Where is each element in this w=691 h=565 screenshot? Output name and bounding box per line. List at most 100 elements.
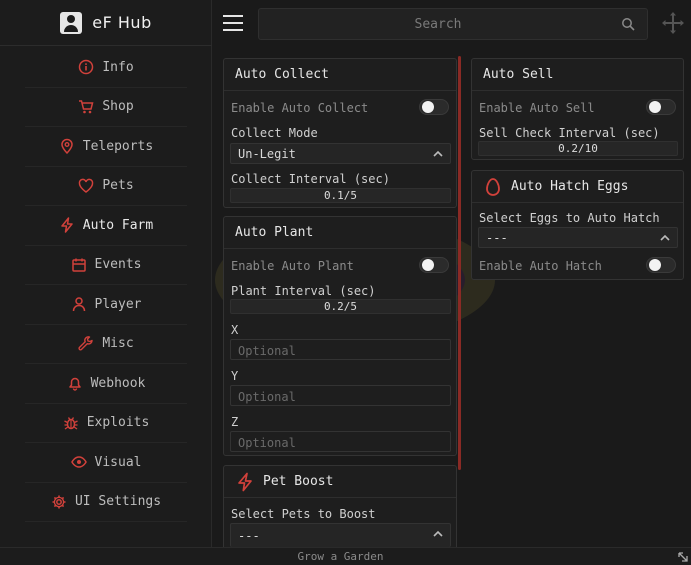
plant-interval-label: Plant Interval (sec) (231, 284, 376, 298)
user-icon (71, 296, 87, 312)
egg-icon (486, 177, 500, 196)
select-eggs-dropdown[interactable]: --- (478, 227, 678, 248)
sidebar-item-exploits[interactable]: Exploits (25, 404, 187, 443)
footer-bar: Grow a Garden (0, 547, 691, 565)
sell-check-interval-label: Sell Check Interval (sec) (479, 126, 660, 140)
cart-icon (78, 99, 94, 115)
collect-mode-label: Collect Mode (231, 126, 318, 140)
sidebar-item-pets[interactable]: Pets (25, 167, 187, 206)
auto-hatch-eggs-panel: Auto Hatch Eggs Select Eggs to Auto Hatc… (471, 170, 684, 280)
footer-game-title: Grow a Garden (297, 550, 384, 563)
sidebar-item-events[interactable]: Events (25, 246, 187, 285)
sidebar-item-label: Misc (102, 336, 134, 352)
z-label: Z (231, 415, 239, 429)
select-pets-value: --- (238, 528, 260, 543)
x-field (230, 339, 451, 361)
collect-mode-value: Un-Legit (238, 146, 296, 161)
select-pets-label: Select Pets to Boost (231, 507, 376, 521)
panel-title-row: Pet Boost (224, 466, 456, 498)
enable-auto-hatch-toggle[interactable] (646, 257, 676, 273)
bell-icon (67, 375, 83, 391)
sidebar-item-label: UI Settings (74, 494, 162, 510)
panel-title-row: Auto Hatch Eggs (472, 171, 683, 203)
sidebar-item-label: Shop (102, 99, 134, 115)
collect-interval-label: Collect Interval (sec) (231, 172, 390, 186)
scrollbar-thumb[interactable] (458, 56, 461, 470)
enable-auto-collect-toggle[interactable] (419, 99, 449, 115)
app-window: eF Hub Info Shop Teleports Pets Auto Far… (0, 0, 691, 565)
panel-title: Auto Plant (224, 217, 456, 249)
pet-boost-panel: Pet Boost Select Pets to Boost --- (223, 465, 457, 547)
panel-title: Auto Sell (472, 59, 683, 91)
select-eggs-label: Select Eggs to Auto Hatch (479, 211, 660, 225)
sidebar-item-teleports[interactable]: Teleports (25, 127, 187, 167)
y-field (230, 385, 451, 407)
z-field (230, 431, 451, 453)
menu-icon[interactable] (220, 8, 250, 38)
enable-auto-plant-toggle[interactable] (419, 257, 449, 273)
sidebar-item-label: Exploits (86, 415, 150, 431)
enable-auto-plant-label: Enable Auto Plant (231, 259, 354, 273)
sidebar-item-ui-settings[interactable]: UI Settings (25, 483, 187, 522)
sell-check-interval-slider[interactable]: 0.2/10 (478, 141, 678, 156)
sidebar-item-misc[interactable]: Misc (25, 325, 187, 364)
select-pets-dropdown[interactable]: --- (230, 523, 451, 547)
eye-icon (70, 454, 87, 470)
user-avatar-icon (60, 11, 83, 34)
chevron-up-icon (433, 530, 443, 537)
collect-mode-dropdown[interactable]: Un-Legit (230, 143, 451, 164)
enable-auto-sell-toggle[interactable] (646, 99, 676, 115)
plant-interval-value: 0.2/5 (323, 300, 358, 313)
search-input[interactable] (259, 9, 647, 39)
search-icon[interactable] (621, 17, 635, 31)
sidebar: eF Hub Info Shop Teleports Pets Auto Far… (0, 0, 212, 548)
sidebar-item-webhook[interactable]: Webhook (25, 364, 187, 404)
panel-title: Auto Collect (224, 59, 456, 91)
heart-icon (78, 178, 94, 194)
sidebar-item-info[interactable]: Info (25, 48, 187, 88)
sidebar-item-label: Teleports (82, 138, 154, 154)
sidebar-item-label: Webhook (90, 375, 146, 391)
app-title: eF Hub (92, 13, 152, 32)
auto-plant-panel: Auto Plant Enable Auto Plant Plant Inter… (223, 216, 457, 456)
wrench-icon (78, 335, 94, 352)
enable-auto-collect-label: Enable Auto Collect (231, 101, 369, 115)
sidebar-nav: Info Shop Teleports Pets Auto Farm Event… (25, 48, 187, 522)
auto-sell-panel: Auto Sell Enable Auto Sell Sell Check In… (471, 58, 684, 160)
panel-title: Pet Boost (263, 474, 334, 489)
bug-icon (63, 415, 79, 431)
sidebar-item-shop[interactable]: Shop (25, 88, 187, 127)
enable-auto-sell-label: Enable Auto Sell (479, 101, 595, 115)
panel-title: Auto Hatch Eggs (511, 179, 629, 194)
sidebar-item-label: Info (102, 59, 134, 75)
collect-interval-value: 0.1/5 (323, 189, 358, 202)
y-label: Y (231, 369, 239, 383)
lightning-icon (238, 472, 252, 491)
x-label: X (231, 323, 239, 337)
gear-icon (51, 494, 67, 510)
info-icon (78, 59, 94, 75)
sidebar-item-label: Events (94, 257, 142, 273)
brand-header: eF Hub (0, 0, 212, 46)
lightning-icon (59, 217, 75, 233)
z-input[interactable] (231, 433, 450, 453)
sidebar-item-label: Auto Farm (82, 217, 154, 233)
calendar-icon (71, 257, 87, 273)
enable-auto-hatch-label: Enable Auto Hatch (479, 259, 602, 273)
sidebar-item-auto-farm[interactable]: Auto Farm (25, 206, 187, 246)
chevron-up-icon (660, 234, 670, 241)
resize-handle-icon[interactable] (677, 551, 689, 563)
sell-check-interval-value: 0.2/10 (558, 142, 598, 155)
sidebar-item-visual[interactable]: Visual (25, 443, 187, 483)
search-bar (258, 8, 648, 40)
select-eggs-value: --- (486, 230, 508, 245)
sidebar-item-player[interactable]: Player (25, 285, 187, 325)
x-input[interactable] (231, 341, 450, 361)
collect-interval-slider[interactable]: 0.1/5 (230, 188, 451, 203)
chevron-up-icon (433, 150, 443, 157)
topbar (216, 6, 686, 42)
y-input[interactable] (231, 387, 450, 407)
move-icon[interactable] (660, 10, 686, 36)
auto-collect-panel: Auto Collect Enable Auto Collect Collect… (223, 58, 457, 208)
plant-interval-slider[interactable]: 0.2/5 (230, 299, 451, 314)
